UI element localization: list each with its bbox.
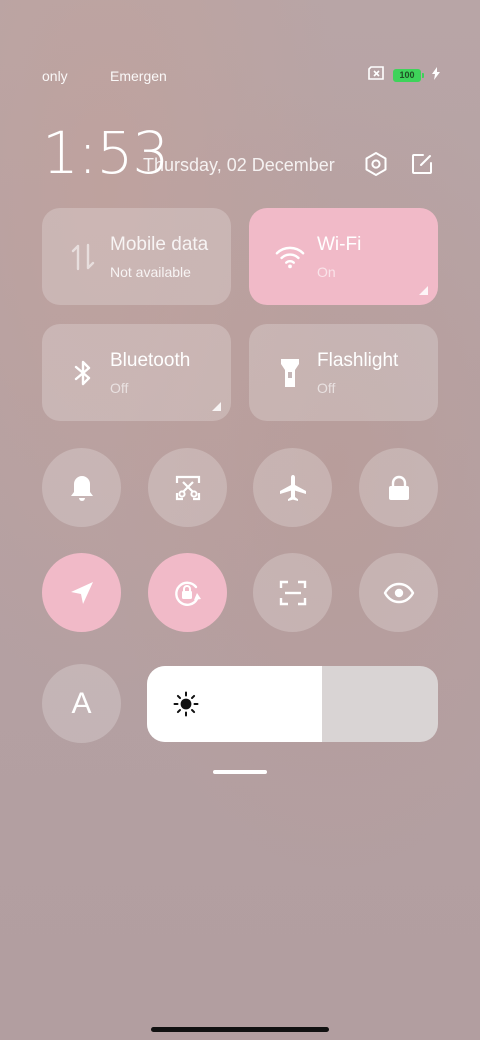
toggle-airplane[interactable]: [253, 448, 332, 527]
toggle-font-size[interactable]: A: [42, 664, 121, 743]
wifi-icon: [275, 242, 305, 272]
tile-mobile-data-label: Mobile data: [110, 234, 209, 255]
settings-hexagon-icon: [365, 152, 387, 176]
tile-mobile-data[interactable]: Mobile data Not available: [42, 208, 231, 305]
no-sim-icon: [367, 66, 385, 85]
tile-wifi-status: On: [317, 264, 336, 280]
eye-icon: [383, 582, 414, 603]
tile-flashlight-label: Flashlight: [317, 350, 399, 371]
bell-icon: [70, 475, 93, 501]
tile-bluetooth-label: Bluetooth: [110, 350, 191, 371]
drag-handle[interactable]: [213, 770, 267, 774]
sun-icon: [173, 691, 199, 717]
mobile-data-icon: [68, 242, 98, 272]
header: 1:53 Thursday, 02 December: [42, 120, 442, 190]
scan-icon: [279, 580, 306, 605]
tile-wifi-label: Wi-Fi: [317, 234, 362, 255]
toggle-screenshot[interactable]: [148, 448, 227, 527]
carrier-label-1: only: [42, 68, 68, 84]
tile-flashlight[interactable]: Flashlight Off: [249, 324, 438, 421]
edit-button[interactable]: [408, 150, 436, 178]
toggle-reading-mode[interactable]: [359, 553, 438, 632]
toggle-scanner[interactable]: [253, 553, 332, 632]
brightness-slider[interactable]: [147, 666, 438, 742]
tile-bluetooth-status: Off: [110, 380, 129, 396]
status-bar: only Emergency 100: [0, 66, 480, 88]
font-size-icon: A: [71, 686, 92, 720]
toggle-rotation-lock[interactable]: [148, 553, 227, 632]
screenshot-icon: [175, 475, 200, 500]
tile-bluetooth[interactable]: Bluetooth Off: [42, 324, 231, 421]
edit-icon: [412, 154, 432, 174]
toggle-silent[interactable]: [42, 448, 121, 527]
battery-icon: 100: [393, 69, 424, 82]
rotation-lock-icon: [174, 581, 201, 606]
bluetooth-icon: [68, 358, 98, 388]
charging-icon: [432, 66, 440, 85]
tile-mobile-data-status: Not available: [110, 264, 191, 280]
status-icons: 100: [367, 66, 440, 85]
toggle-lock-screen[interactable]: [359, 448, 438, 527]
clock: 1:53: [42, 119, 169, 187]
tile-wifi[interactable]: Wi-Fi On: [249, 208, 438, 305]
date: Thursday, 02 December: [143, 155, 335, 175]
settings-button[interactable]: [362, 150, 390, 178]
gesture-nav-bar[interactable]: [151, 1027, 329, 1032]
carrier-label-2: Emergency: [110, 68, 166, 84]
flashlight-icon: [275, 358, 305, 388]
lock-icon: [388, 475, 409, 500]
expand-corner-icon[interactable]: [212, 402, 221, 411]
expand-corner-icon[interactable]: [419, 286, 428, 295]
airplane-icon: [279, 474, 306, 501]
tile-flashlight-status: Off: [317, 380, 336, 396]
toggle-location[interactable]: [42, 553, 121, 632]
battery-level: 100: [393, 69, 421, 82]
location-icon: [70, 581, 93, 604]
